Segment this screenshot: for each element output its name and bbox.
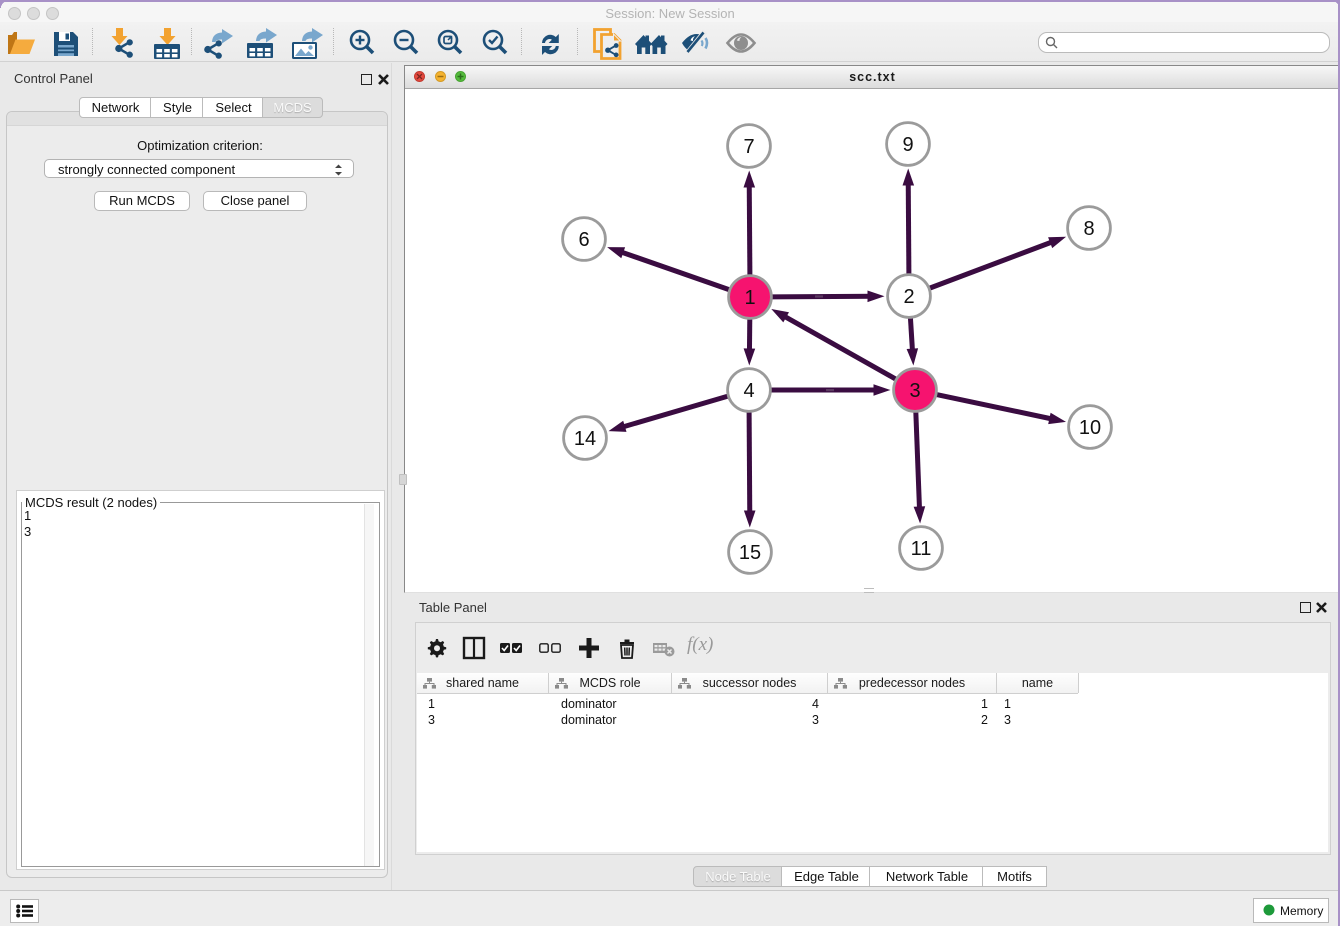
svg-text:9: 9 (902, 134, 913, 156)
svg-text:8: 8 (1083, 218, 1094, 240)
svg-text:11: 11 (911, 538, 932, 560)
svg-text:3: 3 (909, 380, 920, 402)
svg-text:15: 15 (739, 542, 761, 564)
svg-text:10: 10 (1079, 417, 1101, 439)
svg-text:1: 1 (744, 287, 755, 309)
svg-text:2: 2 (903, 286, 914, 308)
svg-text:7: 7 (743, 136, 754, 158)
svg-text:6: 6 (578, 229, 589, 251)
svg-text:14: 14 (574, 428, 596, 450)
svg-text:4: 4 (743, 380, 754, 402)
